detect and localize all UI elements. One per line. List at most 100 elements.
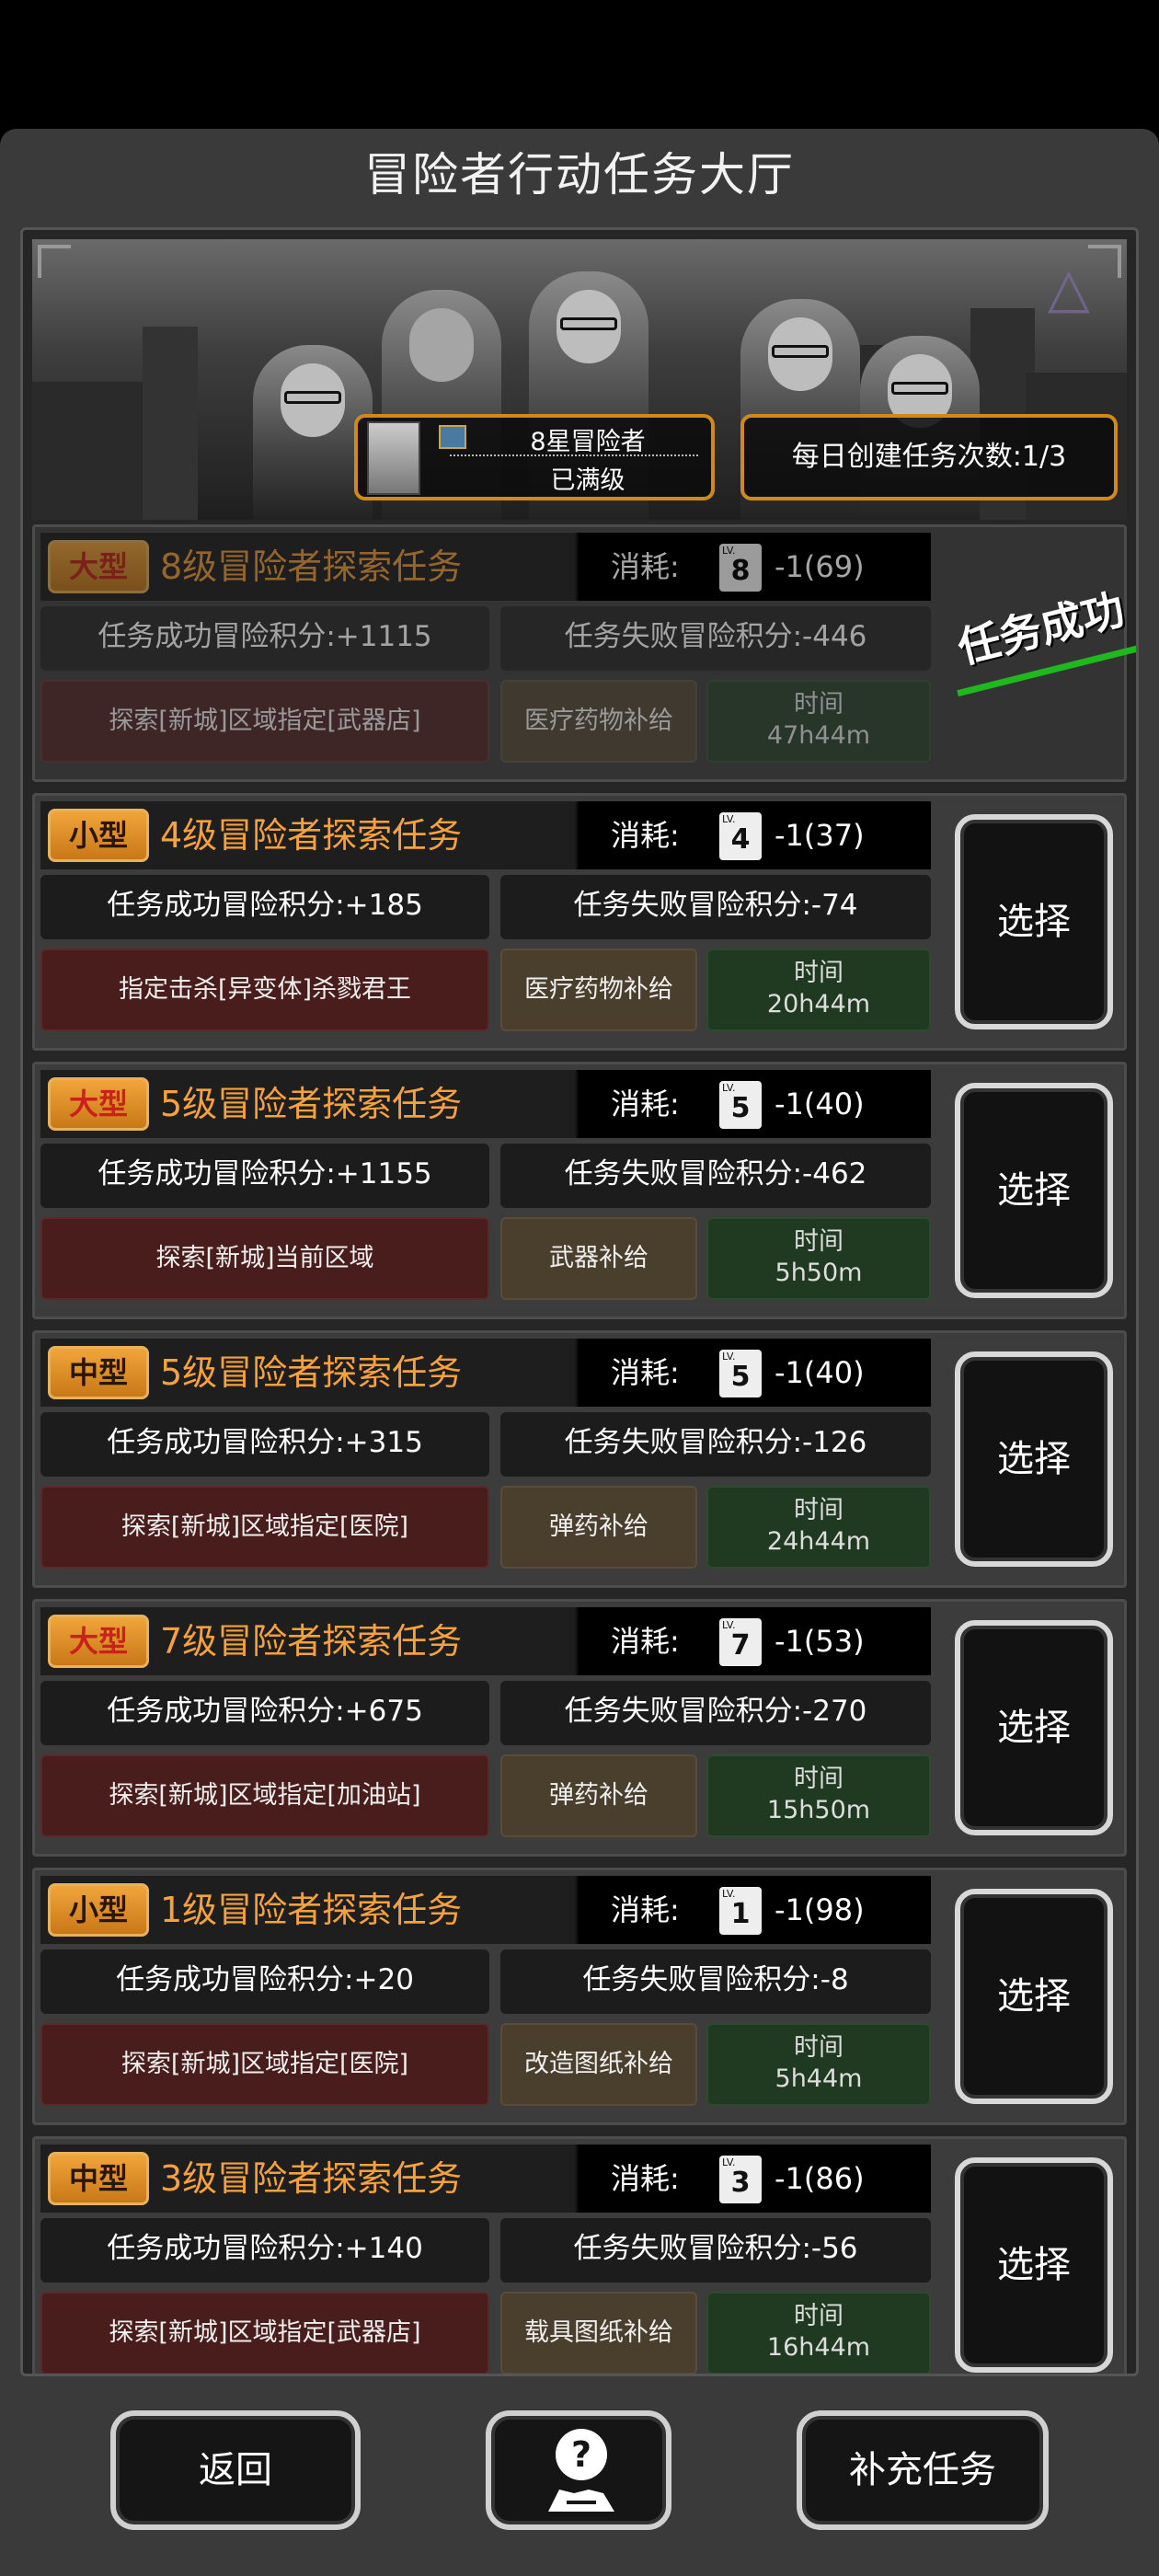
time-label: 时间 xyxy=(794,1496,843,1524)
mission-header: 大型 8级冒险者探索任务 消耗: LV. 8 -1(69) xyxy=(40,533,931,601)
time-label: 时间 xyxy=(794,959,843,987)
mission-area: 探索[新城]当前区域 xyxy=(40,1217,489,1300)
select-mission-button[interactable]: 选择 xyxy=(955,1083,1113,1298)
time-value: 20h44m xyxy=(766,990,871,1018)
mission-supply: 医疗药物补给 xyxy=(500,949,697,1031)
mission-card[interactable]: 小型 1级冒险者探索任务 消耗: LV. 1 -1(98) 任务成功冒险积分:+20 任务失败… xyxy=(32,1868,1127,2125)
mission-header: 小型 1级冒险者探索任务 消耗: LV. 1 -1(98) xyxy=(40,1876,931,1944)
cost-label: 消耗: xyxy=(611,1892,680,1927)
select-mission-button[interactable]: 选择 xyxy=(955,1620,1113,1835)
faction-logo-icon: △ xyxy=(1047,256,1091,320)
mission-supply: 弹药补给 xyxy=(500,1754,697,1837)
mission-header: 中型 3级冒险者探索任务 消耗: LV. 3 -1(86) xyxy=(40,2145,931,2213)
mission-header: 小型 4级冒险者探索任务 消耗: LV. 4 -1(37) xyxy=(40,801,931,869)
mission-header: 中型 5级冒险者探索任务 消耗: LV. 5 -1(40) xyxy=(40,1339,931,1407)
time-value: 16h44m xyxy=(766,2333,871,2362)
cost-label: 消耗: xyxy=(611,1355,680,1390)
mission-area: 探索[新城]区域指定[武器店] xyxy=(40,680,489,763)
refill-missions-button[interactable]: 补充任务 xyxy=(797,2410,1049,2530)
mission-supply: 改造图纸补给 xyxy=(500,2023,697,2106)
level-card-icon: LV. 3 xyxy=(719,2156,762,2203)
level-card-icon: LV. 5 xyxy=(719,1081,762,1129)
cost-label: 消耗: xyxy=(611,2161,680,2196)
cost-value: -1(37) xyxy=(775,818,865,853)
mission-size-tag: 大型 xyxy=(48,540,149,593)
mission-title: 1级冒险者探索任务 xyxy=(160,1890,463,1930)
daily-create-count: 每日创建任务次数:1/3 xyxy=(740,414,1118,500)
mission-card[interactable]: 小型 4级冒险者探索任务 消耗: LV. 4 -1(37) 任务成功冒险积分:+185 任务失… xyxy=(32,793,1127,1051)
help-map-icon: ? xyxy=(548,2429,614,2512)
time-label: 时间 xyxy=(794,2033,843,2062)
level-card-number: 7 xyxy=(730,1629,751,1662)
mission-title: 3级冒险者探索任务 xyxy=(160,2158,463,2199)
mission-title: 5级冒险者探索任务 xyxy=(160,1084,463,1124)
fail-points: 任务失败冒险积分:-270 xyxy=(500,1681,931,1745)
level-card-number: 4 xyxy=(730,823,751,856)
success-points: 任务成功冒险积分:+315 xyxy=(40,1412,489,1477)
mission-time: 时间 5h44m xyxy=(706,2023,931,2106)
level-card-icon: LV. 8 xyxy=(719,544,762,592)
time-value: 24h44m xyxy=(766,1527,871,1556)
mission-success-stamp: 任务成功 xyxy=(938,569,1136,697)
time-value: 5h50m xyxy=(775,1259,863,1287)
mission-supply: 武器补给 xyxy=(500,1217,697,1300)
mission-time: 时间 47h44m xyxy=(706,680,931,763)
select-mission-button[interactable]: 选择 xyxy=(955,2157,1113,2373)
cost-value: -1(86) xyxy=(775,2161,865,2196)
mission-size-tag: 小型 xyxy=(48,809,149,862)
select-mission-button[interactable]: 选择 xyxy=(955,814,1113,1029)
adventurer-banner: △ 8星冒险者 已满级 每日创建任务次数:1/3 xyxy=(32,239,1127,520)
back-button[interactable]: 返回 xyxy=(110,2410,361,2530)
mission-header: 大型 7级冒险者探索任务 消耗: LV. 7 -1(53) xyxy=(40,1607,931,1675)
mission-title: 4级冒险者探索任务 xyxy=(160,815,463,856)
mission-supply: 医疗药物补给 xyxy=(500,680,697,763)
page-title: 冒险者行动任务大厅 xyxy=(364,148,795,201)
mission-area: 探索[新城]区域指定[加油站] xyxy=(40,1754,489,1837)
level-card-number: 1 xyxy=(730,1898,751,1930)
cost-label: 消耗: xyxy=(611,1624,680,1659)
mission-title: 5级冒险者探索任务 xyxy=(160,1352,463,1393)
cost-value: -1(40) xyxy=(775,1355,865,1390)
cost-label: 消耗: xyxy=(611,818,680,853)
fail-points: 任务失败冒险积分:-74 xyxy=(500,875,931,939)
success-points: 任务成功冒险积分:+185 xyxy=(40,875,489,939)
cost-label: 消耗: xyxy=(611,549,680,584)
time-value: 5h44m xyxy=(775,2064,863,2093)
time-value: 47h44m xyxy=(766,721,871,750)
mission-panel: △ 8星冒险者 已满级 每日创建任务次数:1/3 大型 8级冒险者探索任务 消耗: L… xyxy=(20,227,1139,2376)
fail-points: 任务失败冒险积分:-446 xyxy=(500,606,931,671)
mission-size-tag: 中型 xyxy=(48,2152,149,2205)
level-card-icon: LV. 4 xyxy=(719,812,762,860)
time-label: 时间 xyxy=(794,2302,843,2330)
time-value: 15h50m xyxy=(766,1796,871,1824)
level-card-icon: LV. 1 xyxy=(719,1887,762,1935)
success-points: 任务成功冒险积分:+1115 xyxy=(40,606,489,671)
level-card-number: 3 xyxy=(730,2167,751,2199)
select-mission-button[interactable]: 选择 xyxy=(955,1351,1113,1567)
mission-area: 指定击杀[异变体]杀戮君王 xyxy=(40,949,489,1031)
svg-text:?: ? xyxy=(571,2434,591,2475)
rank-status: 已满级 xyxy=(550,466,625,495)
cost-value: -1(69) xyxy=(775,549,865,584)
select-mission-button[interactable]: 选择 xyxy=(955,1889,1113,2104)
success-points: 任务成功冒险积分:+675 xyxy=(40,1681,489,1745)
cost-value: -1(98) xyxy=(775,1892,865,1927)
cost-label: 消耗: xyxy=(611,1087,680,1121)
mission-card[interactable]: 中型 5级冒险者探索任务 消耗: LV. 5 -1(40) 任务成功冒险积分:+315 任务失… xyxy=(32,1330,1127,1588)
mission-card[interactable]: 大型 8级冒险者探索任务 消耗: LV. 8 -1(69) 任务成功冒险积分:+1115 任务… xyxy=(32,524,1136,782)
rank-title: 8星冒险者 xyxy=(530,428,646,456)
mission-size-tag: 中型 xyxy=(48,1346,149,1399)
success-points: 任务成功冒险积分:+20 xyxy=(40,1949,489,2014)
mission-card[interactable]: 中型 3级冒险者探索任务 消耗: LV. 3 -1(86) 任务成功冒险积分:+140 任务失… xyxy=(32,2136,1127,2374)
success-points: 任务成功冒险积分:+140 xyxy=(40,2218,489,2283)
cost-value: -1(40) xyxy=(775,1087,865,1121)
mission-card[interactable]: 大型 7级冒险者探索任务 消耗: LV. 7 -1(53) 任务成功冒险积分:+675 任务失… xyxy=(32,1599,1127,1857)
rank-info: 8星冒险者 已满级 xyxy=(354,414,715,500)
level-card-icon: LV. 5 xyxy=(719,1350,762,1397)
time-label: 时间 xyxy=(794,1227,843,1256)
help-button[interactable]: ? xyxy=(486,2410,671,2530)
mission-title: 8级冒险者探索任务 xyxy=(160,546,463,587)
mission-card[interactable]: 大型 5级冒险者探索任务 消耗: LV. 5 -1(40) 任务成功冒险积分:+1155 任务… xyxy=(32,1062,1127,1319)
fail-points: 任务失败冒险积分:-462 xyxy=(500,1144,931,1208)
mission-time: 时间 15h50m xyxy=(706,1754,931,1837)
